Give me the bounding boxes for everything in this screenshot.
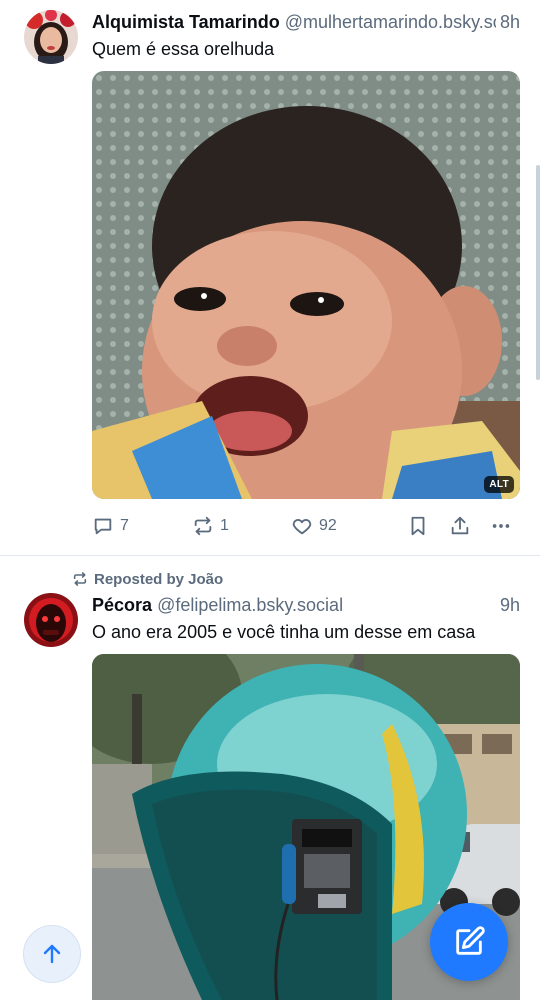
author-name[interactable]: Alquimista Tamarindo (92, 12, 280, 32)
post-image[interactable]: ALT (92, 71, 520, 499)
bookmark-icon (411, 516, 425, 536)
alt-badge[interactable]: ALT (484, 476, 514, 493)
reposted-by-text: Reposted by João (94, 570, 224, 588)
repost-count: 1 (220, 517, 229, 534)
more-button[interactable] (490, 511, 512, 541)
bookmark-button[interactable] (407, 511, 429, 541)
scroll-to-top-button[interactable] (23, 925, 81, 983)
compose-button[interactable] (430, 903, 508, 981)
like-count: 92 (319, 517, 337, 534)
author-handle[interactable]: @mulhertamarindo.bsky.social (285, 12, 520, 32)
reply-count: 7 (120, 517, 129, 534)
share-button[interactable] (449, 511, 471, 541)
post-text: Quem é essa orelhuda (92, 39, 275, 59)
repost-small-icon (73, 572, 87, 586)
share-icon (451, 516, 469, 535)
author-avatar[interactable] (24, 593, 78, 647)
author-name[interactable]: Pécora (92, 595, 152, 615)
post-time: 8h (495, 10, 520, 34)
like-button[interactable]: 92 (291, 511, 337, 541)
scrollbar[interactable] (536, 165, 540, 380)
reposted-by-line[interactable]: Reposted by João (72, 569, 223, 589)
arrow-up-icon (43, 944, 61, 964)
post-text: O ano era 2005 e você tinha um desse em … (92, 622, 476, 642)
reply-icon (94, 518, 112, 535)
post-divider (0, 555, 540, 556)
post-time: 9h (495, 593, 520, 617)
compose-icon (456, 926, 485, 955)
reply-button[interactable]: 7 (92, 511, 129, 541)
repost-icon (194, 516, 212, 536)
author-avatar[interactable] (24, 10, 78, 64)
more-icon (492, 524, 510, 528)
repost-button[interactable]: 1 (192, 511, 229, 541)
author-handle[interactable]: @felipelima.bsky.social (157, 595, 343, 615)
like-icon (292, 519, 312, 535)
post-actions: 7 1 92 (92, 511, 520, 541)
